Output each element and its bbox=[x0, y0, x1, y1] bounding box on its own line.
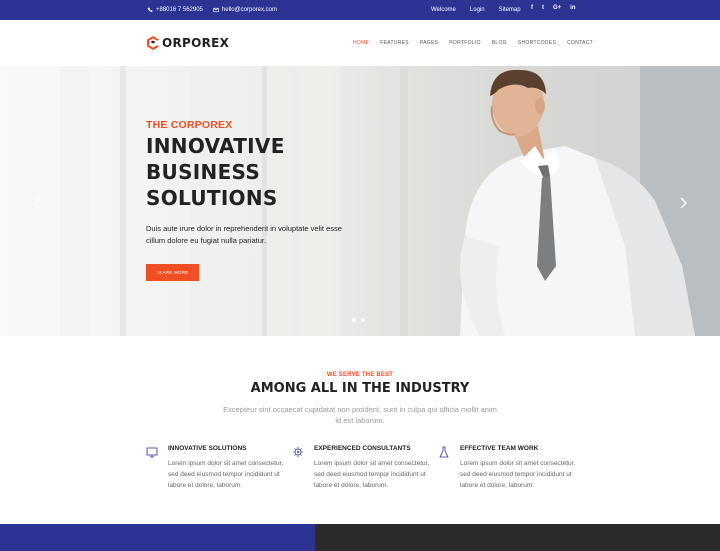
logo-mark-icon bbox=[147, 36, 159, 50]
linkedin-icon[interactable]: in bbox=[570, 5, 575, 11]
email-item[interactable]: hello@corporex.com bbox=[213, 7, 277, 13]
slider-dots bbox=[352, 318, 365, 322]
nav-item-shortcodes[interactable]: SHORTCODES bbox=[518, 40, 556, 46]
facebook-icon[interactable]: f bbox=[531, 5, 533, 11]
email-address: hello@corporex.com bbox=[221, 7, 278, 13]
main-header: ORPOREX HOME FEATURES PAGES PORTFOLIO BL… bbox=[0, 20, 720, 66]
gear-icon bbox=[293, 447, 303, 457]
next-slide-arrow-icon[interactable] bbox=[678, 197, 688, 209]
nav-item-portfolio[interactable]: PORTFOLIO bbox=[449, 40, 481, 46]
hero-title: INNOVATIVE BUSINESS SOLUTIONS bbox=[146, 133, 346, 211]
hero-title-line: SOLUTIONS bbox=[146, 186, 278, 210]
businessman-image bbox=[460, 69, 695, 336]
phone-icon bbox=[147, 7, 153, 12]
nav-item-pages[interactable]: PAGES bbox=[420, 40, 438, 46]
feature-title: EFFECTIVE TEAM WORK bbox=[460, 445, 539, 452]
feature-text: Lorem ipsum dolor sit amet consectetur, … bbox=[460, 460, 576, 489]
twitter-icon[interactable]: t bbox=[542, 5, 544, 11]
logo-text: ORPOREX bbox=[162, 36, 230, 50]
bottom-section-left bbox=[0, 524, 315, 551]
feature-text: Lorem ipsum dolor sit amet consectetur, … bbox=[168, 460, 284, 489]
feature-title: INNOVATIVE SOLUTIONS bbox=[168, 445, 247, 452]
phone-item[interactable]: +88016 7 562905 bbox=[147, 7, 203, 13]
top-link-sitemap[interactable]: Sitemap bbox=[499, 7, 521, 13]
learn-more-button[interactable]: LEARN MORE bbox=[146, 264, 199, 281]
hero-description: Duis aute irure dolor in reprehenderit i… bbox=[146, 224, 342, 245]
nav-item-features[interactable]: FEATURES bbox=[380, 40, 409, 46]
contact-info: +88016 7 562905 hello@corporex.com bbox=[147, 7, 277, 13]
hero-kicker: THE CORPOREX bbox=[146, 119, 233, 131]
hero-title-line: INNOVATIVE bbox=[146, 134, 285, 158]
phone-number: +88016 7 562905 bbox=[156, 7, 203, 13]
flask-icon bbox=[439, 446, 449, 458]
top-link-welcome[interactable]: Welcome bbox=[431, 7, 456, 13]
slider-dot[interactable] bbox=[352, 318, 356, 322]
logo[interactable]: ORPOREX bbox=[145, 35, 229, 51]
main-nav: HOME FEATURES PAGES PORTFOLIO BLOG SHORT… bbox=[353, 40, 604, 46]
nav-item-contact[interactable]: CONTACT bbox=[567, 40, 593, 46]
bottom-section-right bbox=[315, 524, 720, 551]
top-bar: +88016 7 562905 hello@corporex.com Welco… bbox=[0, 0, 720, 20]
prev-slide-arrow-icon[interactable] bbox=[33, 197, 43, 209]
section-description: Excepteur sint occaecat cupidatat non pr… bbox=[223, 405, 497, 425]
google-plus-icon[interactable]: G+ bbox=[553, 5, 561, 11]
hero-title-line: BUSINESS bbox=[146, 160, 261, 184]
monitor-icon bbox=[146, 447, 158, 458]
envelope-icon bbox=[213, 7, 219, 13]
nav-item-home[interactable]: HOME bbox=[353, 40, 369, 46]
section-title: AMONG ALL IN THE INDUSTRY bbox=[250, 381, 470, 396]
feature-text: Lorem ipsum dolor sit amet consectetur, … bbox=[314, 460, 430, 489]
feature-title: EXPERIENCED CONSULTANTS bbox=[314, 445, 411, 452]
top-link-login[interactable]: Login bbox=[470, 7, 485, 13]
nav-item-blog[interactable]: BLOG bbox=[492, 40, 507, 46]
top-links: Welcome Login Sitemap bbox=[431, 7, 535, 13]
section-kicker: WE SERVE THE BEST bbox=[326, 372, 394, 378]
social-links: f t G+ in bbox=[531, 5, 576, 11]
slider-dot[interactable] bbox=[361, 318, 365, 322]
